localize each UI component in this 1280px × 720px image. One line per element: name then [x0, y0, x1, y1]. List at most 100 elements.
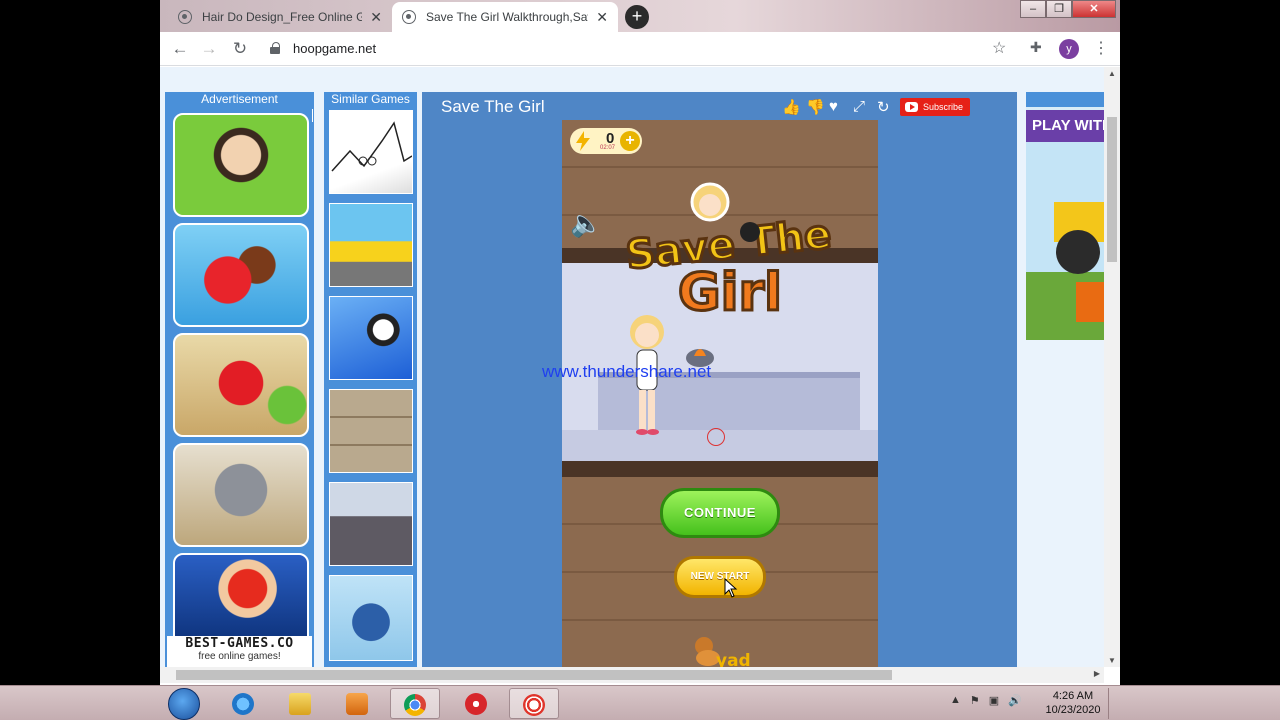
scroll-right-arrow-icon[interactable]: ▶	[1094, 669, 1100, 678]
maximize-button[interactable]: ❐	[1046, 0, 1072, 18]
lock-icon[interactable]	[270, 42, 280, 54]
scroll-up-arrow-icon[interactable]: ▲	[1108, 69, 1116, 78]
minimize-button[interactable]: –	[1020, 0, 1046, 18]
thumbs-up-icon[interactable]: 👍	[782, 98, 801, 116]
clock-time: 4:26 AM	[1052, 690, 1094, 702]
footer-brand: yad	[716, 651, 751, 667]
game-canvas[interactable]: 0 02:07 + 🔈 Save The Girl CONTINUE NEW S…	[562, 120, 878, 667]
wood-shelf-lower	[562, 461, 878, 477]
taskbar-app-red[interactable]	[452, 688, 502, 719]
taskbar-file-explorer[interactable]	[276, 688, 326, 719]
red-app-icon	[465, 693, 487, 715]
clock-date: 10/23/2020	[1045, 704, 1101, 716]
restart-icon[interactable]: ↻	[877, 98, 890, 116]
add-coins-button[interactable]: +	[620, 131, 640, 151]
right-advertisement[interactable]: PLAY WITH	[1026, 92, 1104, 340]
advertisement-column: Advertisement ⓘ✕ BEST-GAMES.CO free onli…	[165, 92, 314, 667]
folder-icon	[289, 693, 311, 715]
ad-brand-name: BEST-GAMES.CO	[185, 636, 294, 651]
continue-button[interactable]: CONTINUE	[660, 488, 780, 538]
similar-game-penguin[interactable]	[329, 575, 413, 661]
monster-truck-image	[1026, 142, 1104, 340]
horizontal-scrollbar[interactable]: ▶	[160, 667, 1104, 683]
volume-icon[interactable]: 🔊	[1008, 694, 1022, 707]
network-icon[interactable]: ▣	[989, 694, 999, 707]
similar-game-street-runner[interactable]	[329, 482, 413, 566]
similar-games-column: Similar Games	[324, 92, 417, 667]
screen-recorder-icon	[523, 694, 545, 716]
close-tab-icon[interactable]: ✕	[596, 9, 608, 26]
browser-toolbar: ← → ↻ hoopgame.net ☆ ✚ y ⋮	[160, 32, 1120, 66]
back-arrow-icon[interactable]: ←	[169, 38, 191, 60]
lightning-icon	[576, 131, 590, 151]
bookmark-star-icon[interactable]: ☆	[992, 38, 1006, 58]
youtube-subscribe-button[interactable]: Subscribe	[900, 98, 970, 116]
start-button[interactable]	[168, 688, 200, 720]
tab-title: Hair Do Design_Free Online Gam	[202, 10, 363, 24]
site-favicon-icon	[402, 10, 416, 24]
similar-game-line-biker[interactable]	[329, 110, 413, 194]
similar-game-stickman[interactable]	[329, 389, 413, 473]
new-start-button[interactable]: NEW START	[674, 556, 766, 598]
show-hidden-icons-icon[interactable]: ▲	[950, 694, 961, 707]
game-title: Save The Girl	[441, 97, 545, 116]
similar-games-heading: Similar Games	[324, 92, 417, 107]
scroll-down-arrow-icon[interactable]: ▼	[1108, 656, 1116, 665]
game-logo: Save The Girl	[622, 182, 835, 320]
ad-tile-ben-10[interactable]	[173, 113, 309, 217]
taskbar-media-player[interactable]	[333, 688, 383, 719]
show-desktop-button[interactable]	[1108, 688, 1118, 719]
media-player-icon	[346, 693, 368, 715]
vertical-scroll-thumb[interactable]	[1107, 117, 1117, 262]
tab-title: Save The Girl Walkthrough,Save	[426, 10, 589, 24]
ad-tile-candy[interactable]	[173, 223, 309, 327]
window-controls: – ❐ ✕	[1020, 0, 1116, 18]
chrome-icon	[404, 694, 426, 716]
click-indicator	[707, 428, 725, 446]
close-tab-icon[interactable]: ✕	[370, 9, 382, 26]
right-ad-banner: PLAY WITH	[1026, 110, 1104, 142]
ad-brand-tagline: free online games!	[198, 651, 281, 662]
kebab-menu-icon[interactable]: ⋮	[1093, 38, 1109, 58]
tab-hair-do-design[interactable]: Hair Do Design_Free Online Gam ✕	[168, 2, 392, 32]
taskbar-screen-recorder[interactable]	[509, 688, 559, 719]
site-favicon-icon	[178, 10, 192, 24]
close-window-button[interactable]: ✕	[1072, 0, 1116, 18]
ad-tile-angry-birds[interactable]	[173, 333, 309, 437]
forward-arrow-icon[interactable]: →	[198, 38, 220, 60]
ad-tiles	[167, 107, 312, 667]
favorite-icon[interactable]: ♥	[829, 98, 838, 115]
coin-timer: 02:07	[600, 145, 616, 151]
new-tab-button[interactable]: +	[625, 5, 649, 29]
dog-mascot-logo: yad	[695, 637, 751, 667]
horizontal-scroll-thumb[interactable]	[176, 670, 892, 680]
advertisement-heading: Advertisement	[165, 92, 314, 107]
action-center-flag-icon[interactable]: ⚑	[970, 694, 980, 707]
similar-game-shooter[interactable]	[329, 296, 413, 380]
ad-tile-talking-tom[interactable]	[173, 443, 309, 547]
reload-icon[interactable]: ↻	[229, 38, 251, 60]
game-panel: Save The Girl 👍 👎 ♥ ⤢ ↻ Subscribe 0 02:0…	[422, 92, 1017, 667]
mouse-pointer-icon	[724, 578, 738, 598]
line-biker-thumbnail	[331, 121, 412, 172]
speaker-icon[interactable]: 🔈	[570, 208, 602, 239]
taskbar-chrome[interactable]	[390, 688, 440, 719]
watermark-text: www.thundershare.net	[542, 362, 712, 381]
tab-save-the-girl[interactable]: Save The Girl Walkthrough,Save ✕	[392, 2, 618, 32]
windows-taskbar: ▲ ⚑ ▣ 🔊 4:26 AM 10/23/2020	[0, 685, 1280, 720]
tab-strip: Hair Do Design_Free Online Gam ✕ Save Th…	[160, 0, 1120, 32]
fullscreen-icon[interactable]: ⤢	[853, 98, 865, 115]
similar-game-traffic-go[interactable]	[329, 203, 413, 287]
coin-counter: 0 02:07 +	[570, 128, 642, 154]
profile-avatar[interactable]: y	[1059, 39, 1079, 59]
extensions-puzzle-icon[interactable]: ✚	[1030, 39, 1042, 56]
vertical-scrollbar[interactable]: ▲ ▼	[1104, 67, 1120, 667]
thumbs-down-icon[interactable]: 👎	[806, 98, 825, 116]
address-bar[interactable]: hoopgame.net	[293, 41, 376, 56]
desktop-background-right	[1120, 0, 1280, 685]
taskbar-internet-explorer[interactable]	[219, 688, 269, 719]
system-clock[interactable]: 4:26 AM 10/23/2020	[1038, 689, 1108, 717]
ad-brand-banner[interactable]: BEST-GAMES.CO free online games!	[167, 636, 312, 667]
logo-line-2: Girl	[678, 263, 782, 320]
browser-window: Hair Do Design_Free Online Gam ✕ Save Th…	[160, 0, 1120, 685]
